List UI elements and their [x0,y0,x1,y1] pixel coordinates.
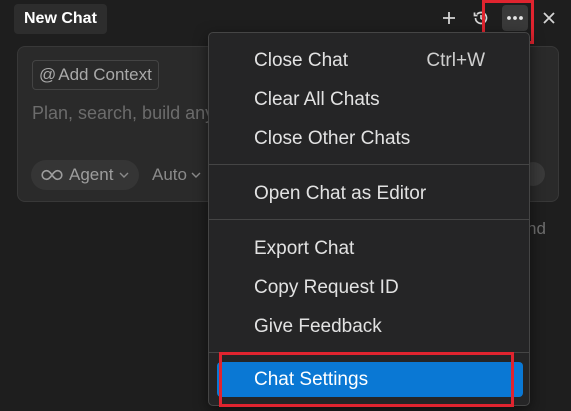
menu-item-close-other-chats[interactable]: Close Other Chats [209,121,529,156]
more-icon [506,15,524,21]
chat-options-menu: Close Chat Ctrl+W Clear All Chats Close … [208,32,530,406]
menu-item-close-chat[interactable]: Close Chat Ctrl+W [209,43,529,78]
menu-item-label: Chat Settings [254,368,369,390]
chevron-down-icon [191,172,201,178]
history-button[interactable] [468,5,494,31]
add-context-label: Add Context [58,65,152,84]
chevron-down-icon [119,172,129,178]
menu-item-label: Give Feedback [254,315,382,337]
add-context-button[interactable]: @ Add Context [32,60,159,90]
shortcut-label: Ctrl+W [426,49,485,71]
menu-item-label: Open Chat as Editor [254,182,427,204]
menu-item-open-chat-as-editor[interactable]: Open Chat as Editor [209,176,529,211]
menu-item-label: Copy Request ID [254,276,399,298]
menu-item-label: Close Other Chats [254,127,411,149]
model-label: Auto [152,165,187,184]
mode-label: Agent [69,165,114,184]
chat-tab-title: New Chat [24,10,97,27]
menu-divider [209,164,529,165]
menu-item-chat-settings[interactable]: Chat Settings [217,362,523,397]
history-icon [472,9,490,27]
menu-item-give-feedback[interactable]: Give Feedback [209,309,529,344]
new-chat-button[interactable] [436,5,462,31]
close-icon [542,11,556,25]
infinity-icon [41,169,63,181]
mode-selector[interactable]: Agent [31,160,140,190]
model-selector[interactable]: Auto [152,165,201,185]
plus-icon [441,10,457,26]
menu-divider [209,219,529,220]
menu-item-label: Clear All Chats [254,88,380,110]
menu-item-clear-all-chats[interactable]: Clear All Chats [209,82,529,117]
menu-divider [209,352,529,353]
chat-input[interactable]: Plan, search, build any [32,103,214,124]
menu-item-label: Export Chat [254,237,355,259]
close-panel-button[interactable] [536,5,562,31]
more-options-button[interactable] [502,5,528,31]
chat-tab[interactable]: New Chat [14,4,107,34]
menu-item-export-chat[interactable]: Export Chat [209,231,529,266]
menu-item-copy-request-id[interactable]: Copy Request ID [209,270,529,305]
at-icon: @ [39,65,57,84]
menu-item-label: Close Chat [254,49,348,71]
